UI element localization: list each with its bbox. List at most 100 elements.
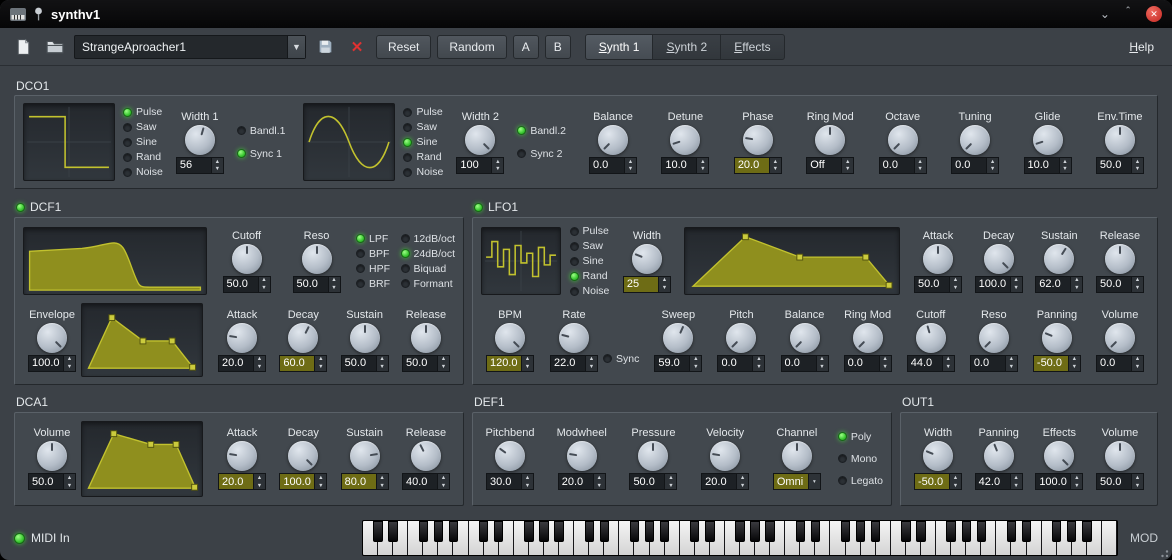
spinbox-arrows[interactable]: ▲▼	[658, 277, 670, 292]
piano-black-key[interactable]	[735, 521, 744, 542]
piano-black-key[interactable]	[1007, 521, 1016, 542]
spin-down-icon[interactable]: ▼	[64, 482, 75, 490]
knob-dial[interactable]	[185, 125, 215, 155]
spin-down-icon[interactable]: ▼	[438, 482, 449, 490]
value-spinbox[interactable]: 22.0 ▲▼	[550, 355, 598, 372]
preset-combobox[interactable]: StrangeAproacher1 ▼	[74, 35, 306, 59]
spin-up-icon[interactable]: ▲	[64, 474, 75, 482]
spin-down-icon[interactable]: ▼	[915, 165, 926, 173]
piano-black-key[interactable]	[765, 521, 774, 542]
option-saw[interactable]: Saw	[570, 239, 610, 253]
knob-dial[interactable]	[815, 125, 845, 155]
option-biquad[interactable]: Biquad	[401, 262, 455, 276]
spinbox-arrows[interactable]: ▲▼	[491, 158, 503, 173]
piano-black-key[interactable]	[479, 521, 488, 542]
knob-dial[interactable]	[638, 441, 668, 471]
spin-up-icon[interactable]: ▲	[1071, 277, 1082, 285]
spin-down-icon[interactable]: ▼	[737, 482, 748, 490]
piano-black-key[interactable]	[946, 521, 955, 542]
spin-down-icon[interactable]: ▼	[377, 363, 388, 371]
value-spinbox[interactable]: 44.0 ▲▼	[907, 355, 955, 372]
spin-down-icon[interactable]: ▼	[1060, 165, 1071, 173]
spin-down-icon[interactable]: ▼	[659, 284, 670, 292]
spin-up-icon[interactable]: ▲	[586, 356, 597, 364]
spin-down-icon[interactable]: ▼	[950, 284, 961, 292]
piano-black-key[interactable]	[871, 521, 880, 542]
spin-up-icon[interactable]: ▲	[1006, 356, 1017, 364]
spinbox-arrows[interactable]: ▲▼	[314, 356, 326, 371]
knob-dial[interactable]	[350, 323, 380, 353]
value-spinbox[interactable]: 20.0 ▲▼	[558, 473, 606, 490]
spinbox-arrows[interactable]: ▲▼	[752, 356, 764, 371]
option-24db-oct[interactable]: 24dB/oct	[401, 247, 455, 261]
knob-dial[interactable]	[923, 441, 953, 471]
spinbox-arrows[interactable]: ▲▼	[1131, 158, 1143, 173]
spin-up-icon[interactable]: ▲	[659, 277, 670, 285]
piano-black-key[interactable]	[796, 521, 805, 542]
piano-black-key[interactable]	[750, 521, 759, 542]
piano-black-key[interactable]	[856, 521, 865, 542]
spinbox-arrows[interactable]: ▲▼	[949, 277, 961, 292]
spin-down-icon[interactable]: ▼	[1132, 284, 1143, 292]
option-bandl-1[interactable]: Bandl.1	[237, 124, 286, 138]
spinbox-arrows[interactable]: ▲▼	[689, 356, 701, 371]
knob-dial[interactable]	[663, 323, 693, 353]
spin-down-icon[interactable]: ▼	[254, 482, 265, 490]
spinbox-arrows[interactable]: ▲▼	[437, 474, 449, 489]
option-sine[interactable]: Sine	[570, 254, 610, 268]
value-spinbox[interactable]: 20.0 ▲▼	[734, 157, 782, 174]
knob-dial[interactable]	[1033, 125, 1063, 155]
piano-black-key[interactable]	[524, 521, 533, 542]
knob-dial[interactable]	[726, 323, 756, 353]
spinbox-arrows[interactable]: ▲▼	[376, 474, 388, 489]
spin-down-icon[interactable]: ▼	[842, 165, 853, 173]
spinbox-arrows[interactable]: ▲▼	[1131, 277, 1143, 292]
dcf1-filter-display[interactable]	[23, 227, 207, 295]
delete-preset-button[interactable]: ✕	[344, 34, 370, 60]
dca1-envelope-display[interactable]	[81, 421, 203, 497]
knob-dial[interactable]	[37, 323, 67, 353]
spinbox-arrows[interactable]: ▲▼	[624, 158, 636, 173]
spin-down-icon[interactable]: ▼	[64, 363, 75, 371]
spin-up-icon[interactable]: ▲	[915, 158, 926, 166]
spin-up-icon[interactable]: ▲	[212, 158, 223, 166]
option-poly[interactable]: Poly	[838, 430, 883, 444]
spin-down-icon[interactable]: ▼	[522, 482, 533, 490]
spinbox-arrows[interactable]: ▲▼	[1131, 474, 1143, 489]
piano-black-key[interactable]	[690, 521, 699, 542]
piano-black-key[interactable]	[539, 521, 548, 542]
spin-up-icon[interactable]: ▲	[950, 277, 961, 285]
spinbox-arrows[interactable]: ▲▼	[1131, 356, 1143, 371]
spin-down-icon[interactable]: ▼	[586, 363, 597, 371]
spin-down-icon[interactable]: ▼	[697, 165, 708, 173]
option-saw[interactable]: Saw	[123, 120, 163, 134]
option-rand[interactable]: Rand	[403, 150, 443, 164]
option-pulse[interactable]: Pulse	[570, 224, 610, 238]
value-spinbox[interactable]: 42.0 ▲▼	[975, 473, 1023, 490]
spinbox-arrows[interactable]: ▲▼	[314, 474, 326, 489]
knob-dial[interactable]	[288, 441, 318, 471]
piano-black-key[interactable]	[962, 521, 971, 542]
spinbox-arrows[interactable]: ▲▼	[1070, 277, 1082, 292]
tab-synth2[interactable]: Synth 2	[653, 34, 721, 60]
value-spinbox[interactable]: 50.0 ▲▼	[341, 355, 389, 372]
value-spinbox[interactable]: 20.0 ▲▼	[218, 355, 266, 372]
spin-up-icon[interactable]: ▲	[1011, 474, 1022, 482]
spinbox-arrows[interactable]: ▲▼	[841, 158, 853, 173]
spinbox-arrows[interactable]: ▲▼	[593, 474, 605, 489]
combo-arrow-icon[interactable]: ▾	[809, 474, 820, 489]
knob-dial[interactable]	[495, 441, 525, 471]
knob-dial[interactable]	[350, 441, 380, 471]
value-spinbox[interactable]: 20.0 ▲▼	[218, 473, 266, 490]
option-hpf[interactable]: HPF	[356, 262, 390, 276]
spin-up-icon[interactable]: ▲	[492, 158, 503, 166]
option-noise[interactable]: Noise	[403, 165, 443, 179]
spin-up-icon[interactable]: ▲	[329, 277, 340, 285]
tab-synth1[interactable]: Synth 1	[585, 34, 654, 60]
spin-up-icon[interactable]: ▲	[64, 356, 75, 364]
piano-white-key[interactable]	[1102, 521, 1117, 555]
knob-dial[interactable]	[960, 125, 990, 155]
spin-up-icon[interactable]: ▲	[842, 158, 853, 166]
spinbox-arrows[interactable]: ▲▼	[1010, 474, 1022, 489]
help-button[interactable]: Help	[1121, 36, 1162, 58]
